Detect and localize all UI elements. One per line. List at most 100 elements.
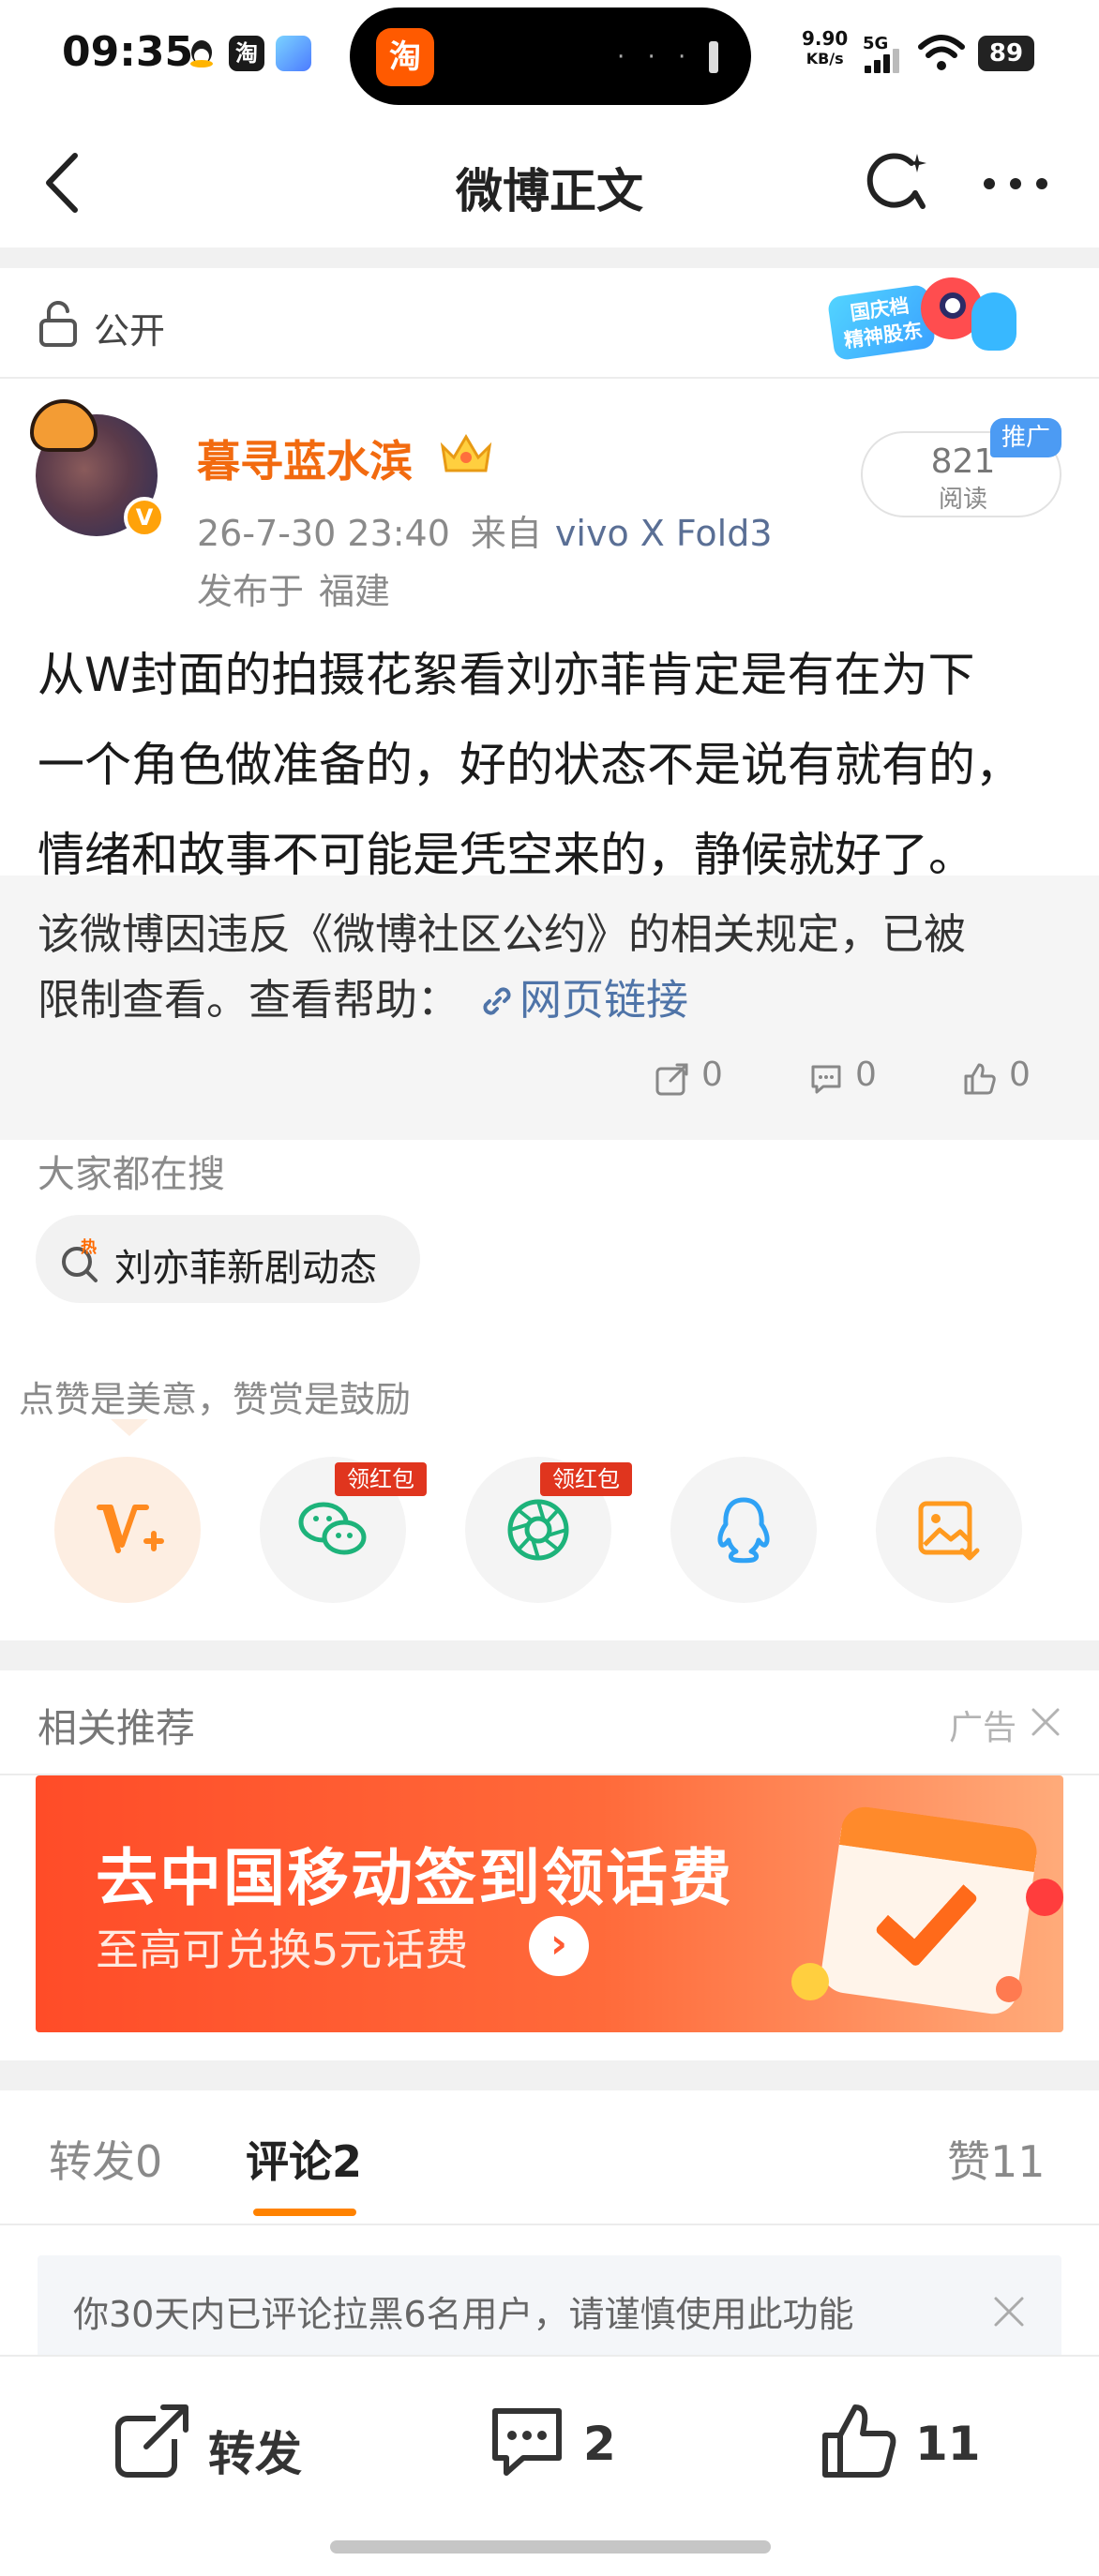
section-gap (0, 2060, 1099, 2090)
sticker-text: 国庆档 精神股东 (826, 283, 937, 362)
tab-active-indicator (253, 2209, 356, 2216)
tab-comments-label: 评论 (246, 2136, 332, 2187)
visibility-label: 公开 (94, 310, 166, 352)
reward-pointer (111, 1419, 148, 1436)
user-name[interactable]: 暮寻蓝水滨 (197, 427, 413, 489)
mascot-blue-icon (971, 292, 1016, 351)
red-packet-tag[interactable]: 领红包 (335, 1462, 427, 1496)
comment-icon (811, 1065, 841, 1094)
repost-icon (655, 1063, 688, 1096)
post-meta: 26-7-30 23:40 来自 vivo X Fold3 (197, 504, 773, 556)
promote-badge[interactable]: 推广 (990, 418, 1061, 457)
banner-subtitle: 至高可兑换5元话费 (96, 1925, 469, 1975)
location-label: 发布于 (197, 571, 305, 612)
save-image-button[interactable] (876, 1457, 1022, 1603)
source-label: 来自 (470, 513, 542, 554)
close-ad-icon[interactable] (1030, 1706, 1061, 1738)
tab-reposts-count: 0 (135, 2136, 163, 2187)
close-notice-icon[interactable] (992, 2295, 1026, 2329)
island-indicator (709, 41, 718, 73)
wechat-icon (298, 1502, 367, 1555)
restricted-line-2-text: 限制查看。查看帮助： (38, 975, 460, 1025)
page-title: 微博正文 (456, 164, 643, 218)
verified-icon: V (124, 497, 165, 538)
qq-icon (717, 1497, 770, 1564)
tiger-pendant-icon (30, 399, 98, 452)
tab-comments[interactable]: 评论2 (246, 2128, 362, 2190)
signal-icon (865, 49, 902, 73)
like-icon (822, 2404, 896, 2478)
restricted-notice-card: 该微博因违反《微博社区公约》的相关规定，已被 限制查看。查看帮助： 网页链接 0 … (0, 876, 1099, 1140)
post-body-line: 一个角色做准备的，好的状态不是说有就有的， (38, 738, 1022, 792)
more-icon[interactable] (980, 172, 1051, 195)
card-repost-count: 0 (701, 1056, 723, 1094)
tab-comments-count: 2 (332, 2136, 363, 2187)
banner-arrow-icon: › (529, 1916, 589, 1976)
tab-reposts[interactable]: 转发0 (49, 2128, 162, 2190)
moments-icon (507, 1499, 569, 1561)
divider (0, 377, 1099, 379)
repost-icon (115, 2404, 189, 2478)
related-header: 相关推荐 (38, 1705, 196, 1751)
refresh-icon[interactable] (861, 148, 932, 219)
wifi-icon (918, 35, 965, 70)
tab-likes[interactable]: 赞11 (947, 2128, 1046, 2190)
red-packet-tag[interactable]: 领红包 (540, 1462, 632, 1496)
tab-reposts-label: 转发 (49, 2136, 135, 2187)
crown-icon[interactable] (437, 429, 495, 478)
restricted-line-1: 该微博因违反《微博社区公约》的相关规定，已被 (38, 909, 967, 959)
qq-icon (184, 36, 219, 71)
notice-text: 你30天内已评论拉黑6名用户，请谨慎使用此功能 (73, 2294, 854, 2335)
device-link[interactable]: vivo X Fold3 (555, 513, 773, 554)
mascot-eye-icon (940, 292, 966, 319)
section-gap (0, 247, 1099, 268)
taobao-icon: 淘 (229, 36, 264, 71)
web-link[interactable]: 网页链接 (519, 975, 688, 1025)
trending-search-label: 刘亦菲新剧动态 (114, 1247, 377, 1290)
link-icon[interactable] (478, 982, 516, 1020)
network-speed: 9.90 KB/s (802, 28, 848, 69)
taobao-app-icon: 淘 (376, 28, 434, 86)
flower-icon (996, 1976, 1022, 2002)
visibility-row: 公开 国庆档 精神股东 (0, 268, 1099, 377)
status-bar: 09:35 淘 淘 · · · 9.90 KB/s 5G 89 (0, 0, 1099, 116)
avatar[interactable]: V (30, 399, 165, 540)
card-like-count: 0 (1009, 1056, 1031, 1094)
trending-searches-header: 大家都在搜 (38, 1153, 225, 1196)
tab-likes-label: 赞 (947, 2136, 990, 2187)
home-indicator[interactable] (330, 2540, 771, 2554)
reward-header: 点赞是美意，赞赏是鼓励 (19, 1379, 412, 1420)
blocklist-notice: 你30天内已评论拉黑6名用户，请谨慎使用此功能 (38, 2255, 1061, 2368)
unlock-icon (39, 301, 77, 347)
trending-search-chip[interactable]: 热 刘亦菲新剧动态 (36, 1215, 420, 1303)
section-gap (0, 1640, 1099, 1670)
post-body: 从W封面的拍摄花絮看刘亦菲肯定是有在为下 一个角色做准备的，好的状态不是说有就有… (38, 630, 1078, 900)
card-comment-count: 0 (855, 1056, 877, 1094)
restricted-line-2: 限制查看。查看帮助： 网页链接 (38, 967, 1069, 1033)
hot-search-icon: 热 (62, 1237, 98, 1282)
reward-button[interactable] (54, 1457, 201, 1603)
ad-label: 广告 (949, 1709, 1017, 1747)
divider (0, 2224, 1099, 2225)
like-icon (964, 1063, 996, 1095)
read-label: 阅读 (938, 486, 987, 514)
like-count: 11 (915, 2417, 981, 2471)
app-icon (276, 36, 311, 71)
battery-icon: 89 (978, 36, 1034, 71)
banner-title: 去中国移动签到领话费 (96, 1842, 733, 1914)
post-location: 发布于 福建 (197, 562, 390, 614)
share-qq-button[interactable] (670, 1457, 817, 1603)
restricted-message: 该微博因违反《微博社区公约》的相关规定，已被 限制查看。查看帮助： 网页链接 (38, 902, 1069, 1033)
reward-v-icon (97, 1505, 164, 1553)
hot-mark: 热 (81, 1237, 97, 1257)
comment-icon (492, 2408, 562, 2476)
dynamic-island[interactable]: 淘 · · · (350, 7, 751, 105)
nav-bar: 微博正文 (0, 116, 1099, 247)
location-value: 福建 (319, 571, 391, 612)
post-time: 26-7-30 23:40 (197, 513, 450, 554)
holiday-sticker[interactable]: 国庆档 精神股东 (826, 274, 1018, 367)
save-image-icon (918, 1501, 980, 1561)
flower-icon (1026, 1879, 1063, 1916)
ad-banner[interactable]: 去中国移动签到领话费 至高可兑换5元话费 › (36, 1775, 1063, 2032)
post-body-line: 从W封面的拍摄花絮看刘亦菲肯定是有在为下 (38, 648, 975, 702)
